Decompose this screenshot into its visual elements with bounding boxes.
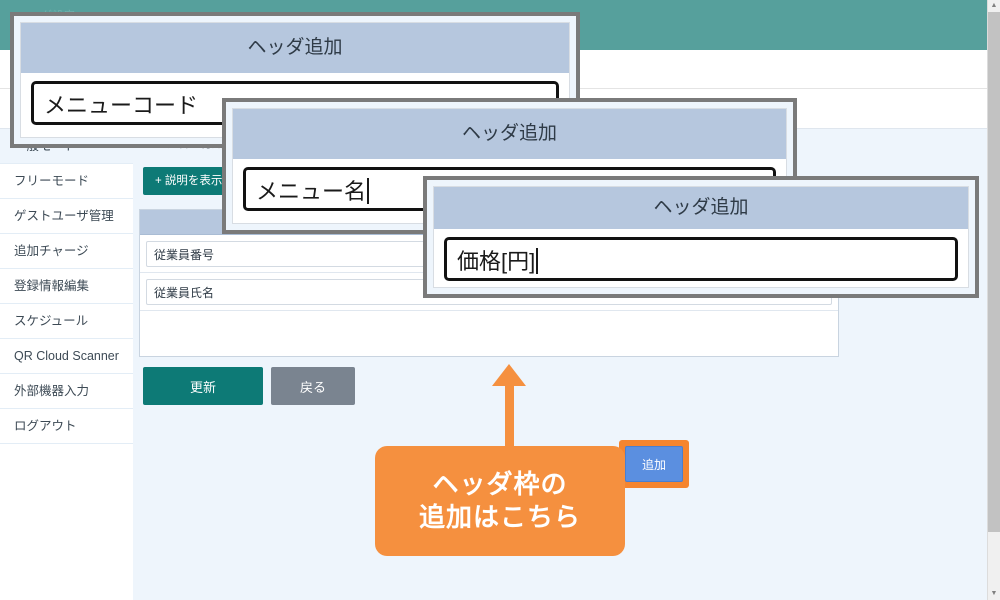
sidebar-item-free-mode[interactable]: フリーモード (0, 164, 133, 199)
add-button-highlight: 追加 (619, 440, 689, 488)
sidebar-item-label: QR Cloud Scanner (14, 349, 119, 363)
show-description-button[interactable]: + 説明を表示 (143, 167, 235, 195)
scroll-down-arrow-icon[interactable]: ▼ (988, 588, 1000, 600)
sidebar-item-qr-cloud-scanner[interactable]: QR Cloud Scanner (0, 339, 133, 374)
scrollbar-thumb[interactable] (988, 12, 1000, 532)
sidebar-filler (0, 456, 133, 600)
app-window: ヘッダ設定 一般モード フリーモード ゲストユーザ管理 追加チャージ 登録情報編… (0, 0, 988, 600)
update-button[interactable]: 更新 (143, 367, 263, 405)
dialog-inner: ヘッダ追加 価格[円] (433, 186, 969, 288)
add-header-dialog-3: ヘッダ追加 価格[円] (423, 176, 979, 298)
input-value: メニュー名 (256, 179, 367, 204)
text-caret (536, 248, 539, 274)
callout-line-2: 追加はこちら (418, 502, 581, 532)
header-name-input[interactable]: 価格[円] (444, 237, 958, 281)
page-scrollbar[interactable]: ▲ ▼ (987, 0, 1000, 600)
sidebar-item-registration-edit[interactable]: 登録情報編集 (0, 269, 133, 304)
back-button[interactable]: 戻る (271, 367, 355, 405)
text-caret (367, 178, 370, 204)
sidebar-item-label: ログアウト (14, 419, 77, 433)
scroll-up-arrow-icon[interactable]: ▲ (988, 0, 1000, 12)
sidebar-item-logout[interactable]: ログアウト (0, 409, 133, 444)
dialog-title: ヘッダ追加 (21, 23, 569, 73)
input-value: 価格[円] (457, 249, 536, 274)
dialog-body: 価格[円] (434, 229, 968, 291)
sidebar-item-label: フリーモード (14, 174, 90, 188)
sidebar-item-schedule[interactable]: スケジュール (0, 304, 133, 339)
input-value: メニューコード (44, 93, 199, 118)
sidebar-item-label: スケジュール (14, 314, 89, 328)
callout-annotation: ヘッダ枠の 追加はこちら (375, 446, 625, 556)
sidebar-item-additional-charge[interactable]: 追加チャージ (0, 234, 133, 269)
sidebar-item-external-device-input[interactable]: 外部機器入力 (0, 374, 133, 409)
callout-line-1: ヘッダ枠の (432, 468, 568, 499)
dialog-title: ヘッダ追加 (434, 187, 968, 229)
sidebar-item-guest-user-management[interactable]: ゲストユーザ管理 (0, 199, 133, 234)
table-footer (140, 311, 838, 356)
sidebar-item-label: 追加チャージ (14, 244, 89, 258)
callout-arrow-stem-icon (505, 382, 514, 448)
dialog-title: ヘッダ追加 (233, 109, 786, 159)
sidebar-nav: 一般モード フリーモード ゲストユーザ管理 追加チャージ 登録情報編集 スケジュ… (0, 129, 134, 600)
add-header-button[interactable]: 追加 (625, 446, 683, 482)
sidebar-item-label: 外部機器入力 (14, 384, 90, 398)
sidebar-item-label: 登録情報編集 (14, 279, 90, 293)
sidebar-item-label: ゲストユーザ管理 (14, 209, 114, 223)
